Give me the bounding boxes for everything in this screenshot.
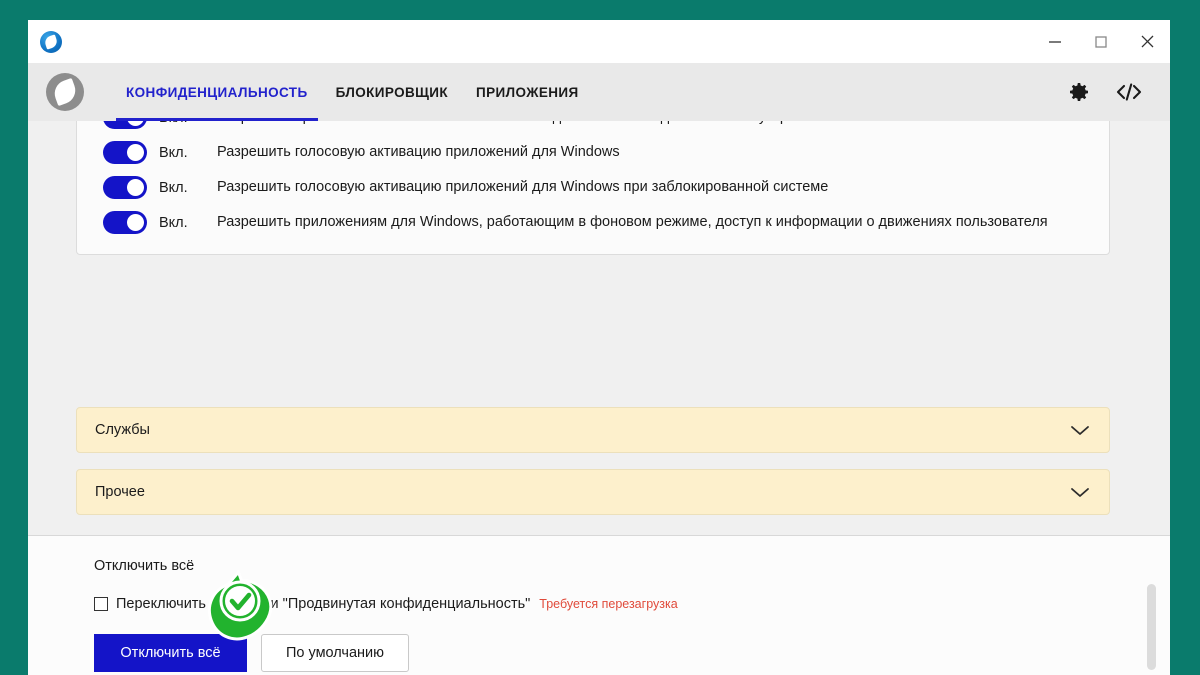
scrollbar[interactable] bbox=[1147, 584, 1156, 670]
button-row: Отключить всё По умолчанию bbox=[94, 634, 1170, 672]
desktop-background: КОНФИДЕНЦИАЛЬНОСТЬ БЛОКИРОВЩИК ПРИЛОЖЕНИ… bbox=[0, 0, 1200, 675]
tab-blocker-label: БЛОКИРОВЩИК bbox=[335, 84, 449, 100]
minimize-icon[interactable] bbox=[1032, 20, 1078, 63]
compass-logo-icon bbox=[46, 73, 84, 111]
section-header-services[interactable]: Службы bbox=[76, 407, 1110, 453]
chevron-down-icon[interactable] bbox=[1069, 423, 1091, 437]
bottom-action-panel: Отключить всё Переключить настройки "Про… bbox=[28, 535, 1170, 675]
bottom-panel-heading: Отключить всё bbox=[94, 558, 195, 574]
tab-applications[interactable]: ПРИЛОЖЕНИЯ bbox=[462, 63, 593, 121]
defaults-button[interactable]: По умолчанию bbox=[261, 634, 409, 672]
maximize-icon[interactable] bbox=[1078, 20, 1124, 63]
tab-privacy-label: КОНФИДЕНЦИАЛЬНОСТЬ bbox=[126, 84, 308, 100]
gear-icon[interactable] bbox=[1056, 63, 1102, 121]
advanced-privacy-label: Переключить настройки "Продвинутая конфи… bbox=[116, 596, 531, 612]
table-row[interactable]: Вкл. Разрешить приложениям для Windows, … bbox=[77, 205, 1109, 240]
toggle-state-label: Вкл. bbox=[159, 214, 188, 231]
toggle-state-label: Вкл. bbox=[159, 179, 188, 196]
settings-content: Вкл. Разрешить приложениям Windows обмен… bbox=[28, 121, 1170, 535]
toggle-switch[interactable] bbox=[103, 121, 147, 129]
compass-icon bbox=[40, 30, 62, 53]
disable-all-button[interactable]: Отключить всё bbox=[94, 634, 247, 672]
chevron-down-icon[interactable] bbox=[1069, 485, 1091, 499]
code-icon[interactable] bbox=[1106, 63, 1152, 121]
row-description: Разрешить приложениям Windows обменивать… bbox=[217, 121, 1109, 128]
scrollbar-thumb[interactable] bbox=[1147, 584, 1156, 670]
row-description: Разрешить голосовую активацию приложений… bbox=[217, 143, 620, 160]
tab-applications-label: ПРИЛОЖЕНИЯ bbox=[476, 84, 579, 100]
tab-privacy[interactable]: КОНФИДЕНЦИАЛЬНОСТЬ bbox=[112, 63, 322, 121]
table-row[interactable]: Вкл. Разрешить голосовую активацию прило… bbox=[77, 135, 1109, 170]
toggle-switch[interactable] bbox=[103, 211, 147, 234]
table-row[interactable]: Вкл. Разрешить голосовую активацию прило… bbox=[77, 170, 1109, 205]
row-description: Разрешить голосовую активацию приложений… bbox=[217, 178, 829, 195]
section-title: Службы bbox=[95, 422, 150, 438]
toolbar: КОНФИДЕНЦИАЛЬНОСТЬ БЛОКИРОВЩИК ПРИЛОЖЕНИ… bbox=[28, 63, 1170, 121]
privacy-toggle-card: Вкл. Разрешить приложениям Windows обмен… bbox=[76, 121, 1110, 255]
close-icon[interactable] bbox=[1124, 20, 1170, 63]
advanced-privacy-checkbox[interactable] bbox=[94, 597, 108, 611]
advanced-privacy-row: Переключить настройки "Продвинутая конфи… bbox=[94, 596, 1170, 612]
window-controls bbox=[1032, 20, 1170, 63]
toggle-state-label: Вкл. bbox=[159, 121, 217, 126]
toggle-switch[interactable] bbox=[103, 141, 147, 164]
section-title: Прочее bbox=[95, 484, 145, 500]
title-bar bbox=[28, 20, 1170, 63]
table-row[interactable]: Вкл. Разрешить приложениям Windows обмен… bbox=[77, 121, 1109, 135]
row-description: Разрешить приложениям для Windows, работ… bbox=[217, 213, 1048, 230]
toggle-switch[interactable] bbox=[103, 176, 147, 199]
toggle-state-label: Вкл. bbox=[159, 144, 188, 161]
section-header-other[interactable]: Прочее bbox=[76, 469, 1110, 515]
application-window: КОНФИДЕНЦИАЛЬНОСТЬ БЛОКИРОВЩИК ПРИЛОЖЕНИ… bbox=[28, 20, 1170, 675]
tab-blocker[interactable]: БЛОКИРОВЩИК bbox=[322, 63, 462, 121]
tab-bar: КОНФИДЕНЦИАЛЬНОСТЬ БЛОКИРОВЩИК ПРИЛОЖЕНИ… bbox=[112, 63, 593, 121]
restart-required-warning: Требуется перезагрузка bbox=[539, 597, 678, 611]
